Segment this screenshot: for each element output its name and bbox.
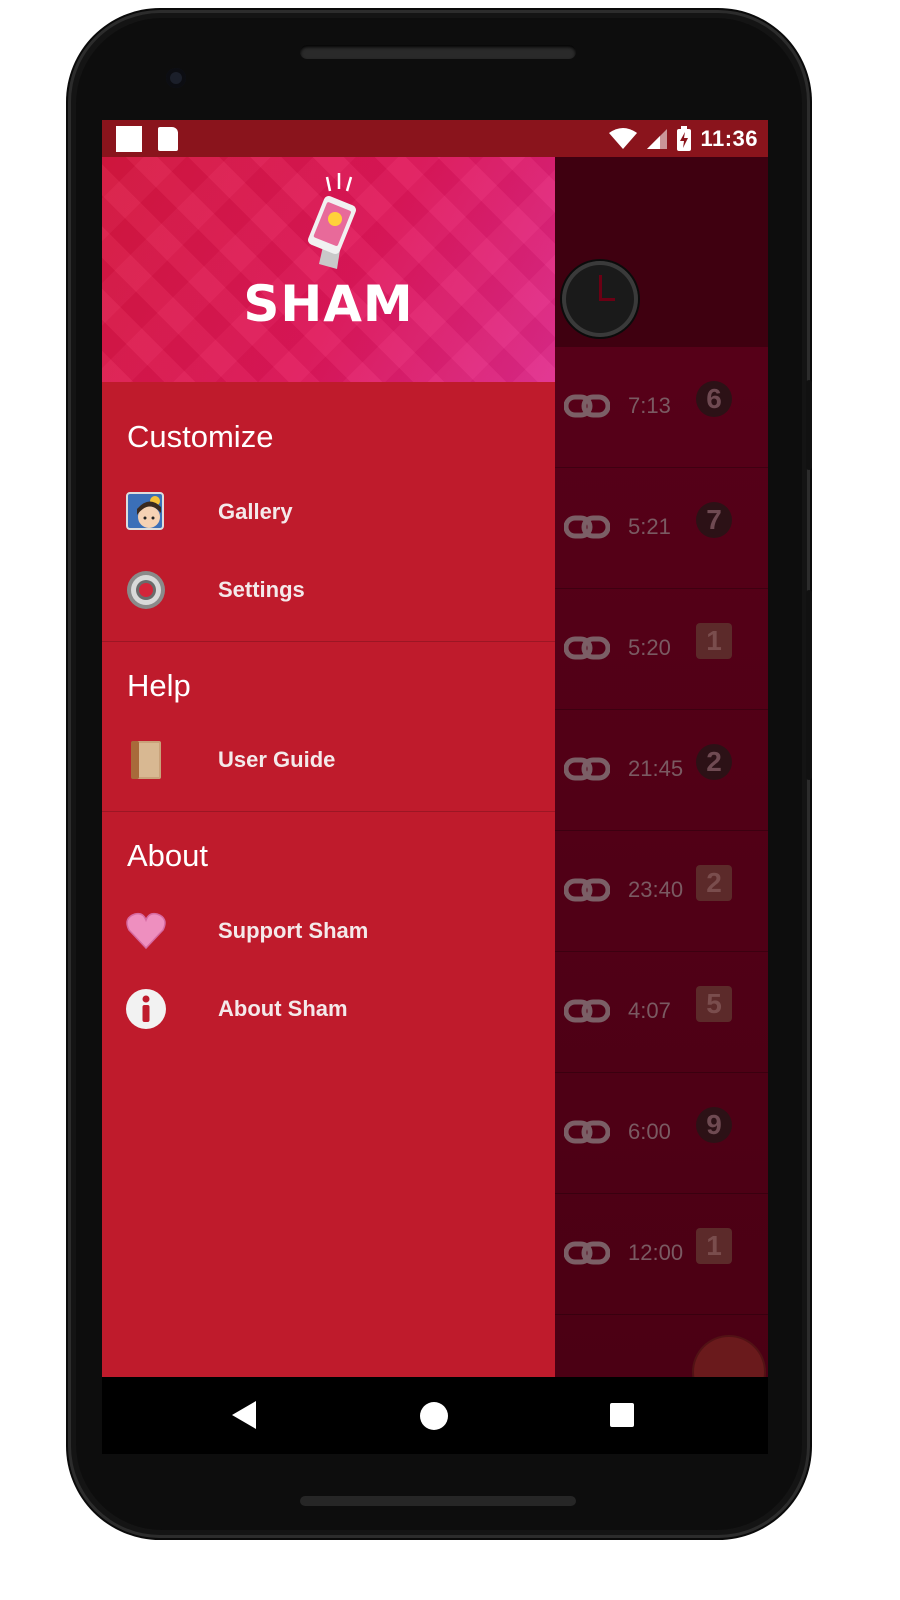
earpiece-speaker [300,45,576,59]
clock-icon [562,261,638,337]
sd-card-icon [158,127,178,151]
bottom-speaker [300,1496,576,1506]
book-icon [131,741,161,779]
status-bar: 11:36 [102,120,768,157]
section-title-help: Help [127,668,191,703]
back-icon[interactable] [232,1401,256,1429]
status-bar-right: 11:36 [608,120,758,157]
drawer-item-label: About Sham [218,996,348,1021]
link-icon [564,878,610,902]
info-icon [126,989,166,1029]
status-time: 11:36 [700,125,758,151]
drawer-item-support-sham[interactable]: Support Sham [102,896,555,966]
phone-screen: 11:36 7:13 6 5:21 7 5:20 1 21:45 2 23:40… [102,120,768,1454]
recent-apps-icon[interactable] [610,1403,634,1427]
settings-icon [127,571,165,609]
drawer-item-settings[interactable]: Settings [102,555,555,625]
drawer-item-label: Gallery [218,499,293,524]
row-badge: 6 [696,381,732,417]
row-time: 5:20 [628,635,671,660]
phone-hand-icon [308,173,356,269]
row-time: 7:13 [628,393,671,418]
divider [102,811,555,812]
row-time: 23:40 [628,877,684,902]
row-time: 6:00 [628,1119,671,1144]
section-title-about: About [127,838,209,873]
volume-button [806,590,812,780]
drawer-item-gallery[interactable]: Gallery [102,477,555,547]
cell-signal-icon [647,128,668,149]
link-icon [564,394,610,418]
row-badge: 1 [696,623,732,659]
row-time: 4:07 [628,998,671,1023]
notification-icon [116,126,142,152]
row-badge: 1 [696,1228,732,1264]
divider [102,641,555,642]
row-badge: 2 [696,744,732,780]
wifi-icon [609,127,638,149]
section-title-customize: Customize [127,419,274,454]
home-icon[interactable] [420,1402,448,1430]
link-icon [564,515,610,539]
row-badge: 7 [696,502,732,538]
row-badge: 2 [696,865,732,901]
heart-icon [126,912,166,950]
navigation-drawer: SHAM Customize Gallery Settings Help Use… [102,157,555,1377]
app-logo-text: SHAM [243,275,414,333]
link-icon [564,999,610,1023]
drawer-item-about-sham[interactable]: About Sham [102,974,555,1044]
row-badge: 5 [696,986,732,1022]
row-time: 5:21 [628,514,671,539]
front-camera-icon [166,68,186,88]
link-icon [564,1241,610,1265]
link-icon [564,1120,610,1144]
row-time: 12:00 [628,1240,684,1265]
link-icon [564,636,610,660]
drawer-header: SHAM [102,157,555,382]
power-button [806,380,812,470]
gallery-icon [126,492,164,530]
system-nav-bar [102,1377,768,1454]
battery-charging-icon [677,125,692,151]
drawer-item-user-guide[interactable]: User Guide [102,725,555,795]
link-icon [564,757,610,781]
drawer-item-label: User Guide [218,747,336,772]
row-time: 21:45 [628,756,684,781]
row-badge: 9 [696,1107,732,1143]
drawer-item-label: Support Sham [218,918,369,943]
drawer-item-label: Settings [218,577,305,602]
